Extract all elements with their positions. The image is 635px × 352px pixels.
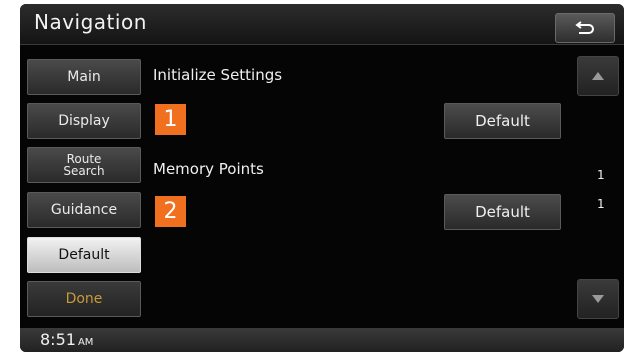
scroll-down-button[interactable]	[577, 279, 619, 319]
sidebar-item-main[interactable]: Main	[27, 59, 141, 95]
back-button[interactable]	[555, 13, 615, 43]
button-label: Default	[475, 203, 530, 221]
sidebar-item-route-search[interactable]: Route Search	[27, 147, 141, 183]
clock: 8:51 AM	[40, 330, 93, 349]
status-bar: 8:51 AM	[20, 328, 624, 352]
sidebar-item-label: Default	[58, 247, 110, 263]
memory-points-default-button[interactable]: Default	[444, 194, 561, 230]
callout-marker-1: 1	[155, 104, 186, 135]
done-label: Done	[65, 291, 103, 307]
head-unit-screen: Navigation Main Display Route Search Gui…	[20, 4, 624, 352]
page-indicator-current: 1	[597, 168, 605, 182]
clock-ampm: AM	[77, 337, 94, 348]
sidebar-item-display[interactable]: Display	[27, 103, 141, 139]
title-bar: Navigation	[20, 4, 624, 45]
sidebar-item-label: Display	[58, 113, 110, 129]
done-button[interactable]: Done	[27, 281, 141, 317]
section-title-memory-points: Memory Points	[153, 160, 264, 178]
sidebar-item-label: Guidance	[50, 202, 118, 218]
sidebar-item-guidance[interactable]: Guidance	[27, 192, 141, 228]
back-arrow-icon	[575, 21, 594, 34]
page-title: Navigation	[34, 10, 147, 34]
sidebar-item-label-line2: Search	[63, 164, 105, 178]
sidebar-item-label: Main	[67, 69, 101, 85]
button-label: Default	[475, 112, 530, 130]
scroll-up-button[interactable]	[577, 56, 619, 96]
triangle-up-icon	[592, 72, 604, 80]
triangle-down-icon	[592, 295, 604, 303]
page-indicator-total: 1	[597, 197, 605, 211]
callout-marker-2: 2	[155, 196, 186, 227]
initialize-settings-default-button[interactable]: Default	[444, 103, 561, 139]
clock-time: 8:51	[40, 330, 76, 349]
sidebar-item-default[interactable]: Default	[27, 237, 141, 273]
section-title-initialize-settings: Initialize Settings	[153, 66, 283, 84]
